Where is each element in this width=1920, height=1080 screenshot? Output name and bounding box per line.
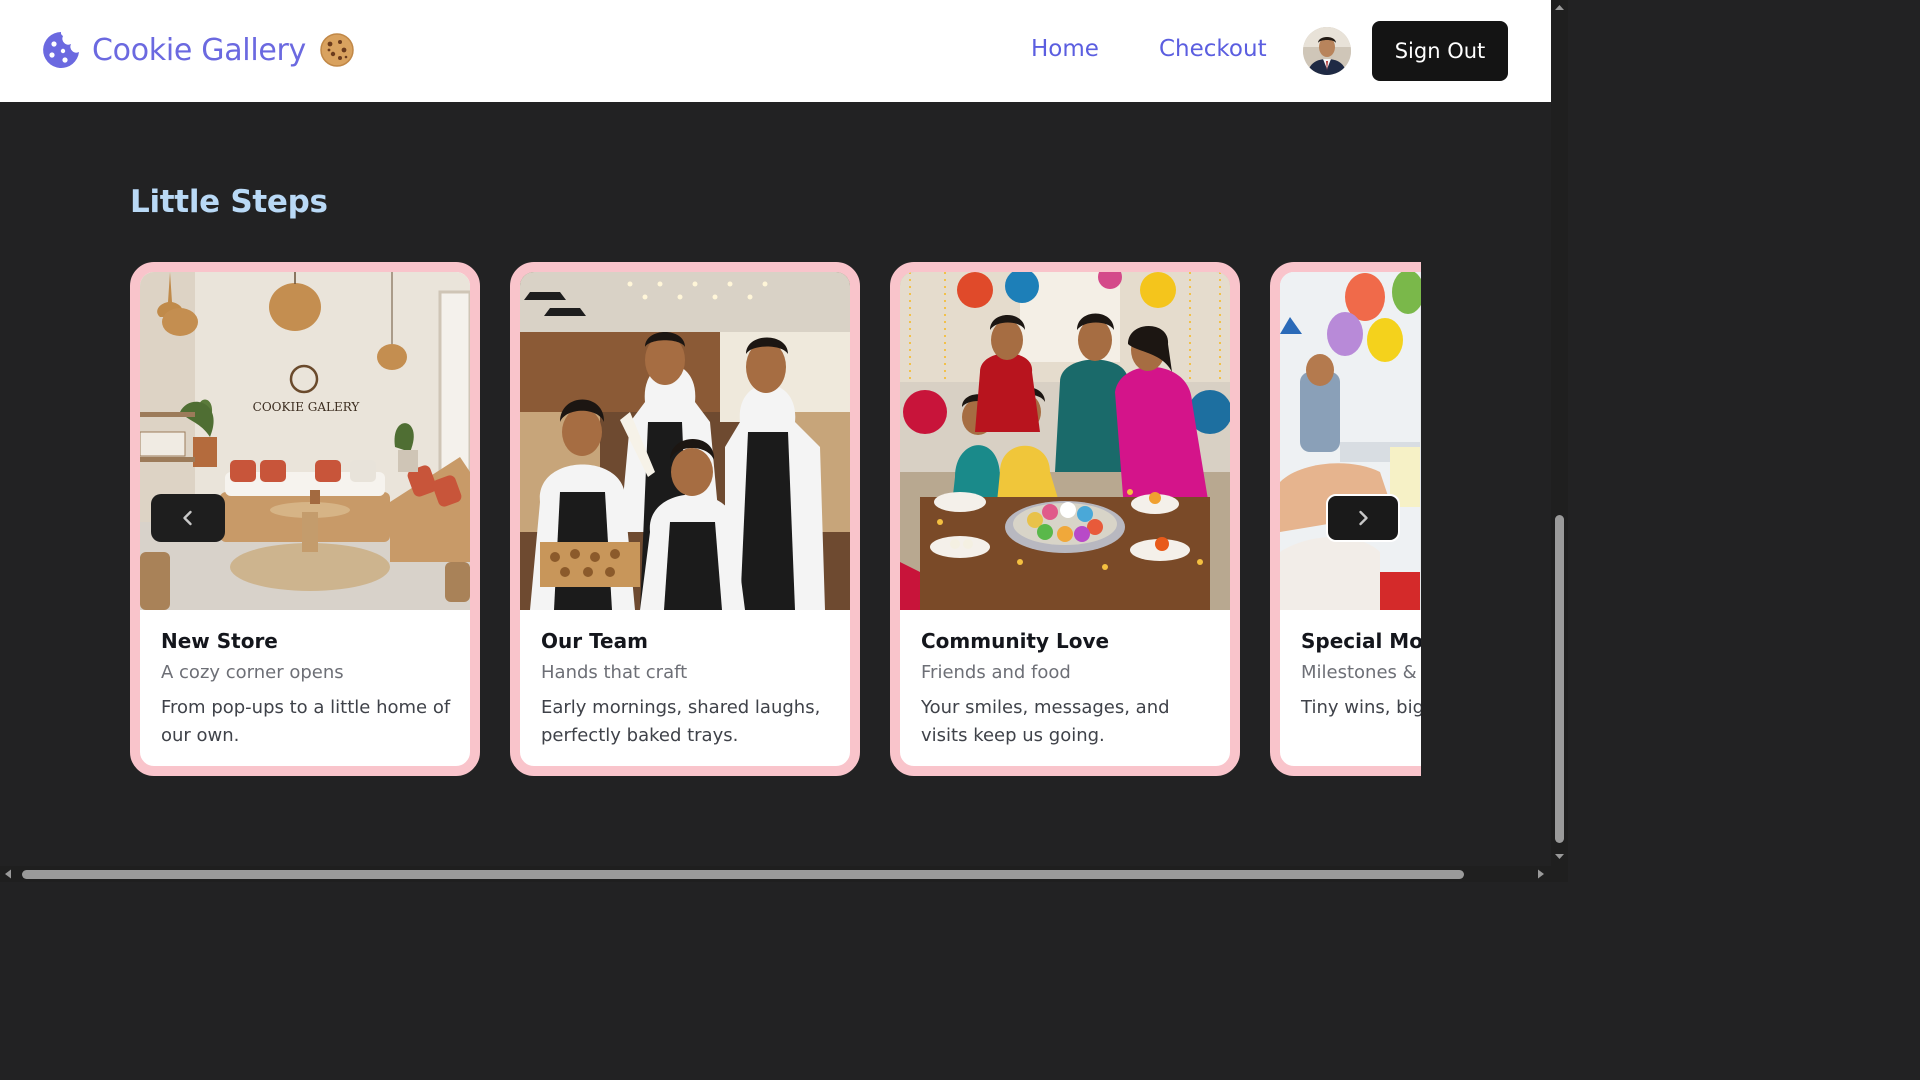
card-title: New Store [161, 629, 278, 653]
card-title: Community Love [921, 629, 1110, 653]
card-image-community [900, 272, 1230, 610]
carousel-next-button[interactable] [1326, 494, 1400, 542]
cookie-icon [320, 33, 354, 67]
card-our-team[interactable]: Our Team Hands that craft Early mornings… [510, 262, 860, 776]
card-description: Your smiles, messages, and visits keep u… [921, 697, 1170, 746]
card-description: From pop-ups to a little home of our own… [161, 697, 451, 746]
card-description: Tiny wins, big to many more [1301, 697, 1421, 718]
brand-logo[interactable]: Cookie Gallery [41, 30, 354, 70]
card-image-team [520, 272, 850, 610]
scroll-up-icon[interactable] [1551, 0, 1568, 14]
user-avatar-icon [1303, 27, 1351, 75]
scroll-right-icon[interactable] [1533, 866, 1549, 882]
carousel-prev-button[interactable] [151, 494, 225, 542]
nav-link-checkout[interactable]: Checkout [1159, 36, 1267, 62]
avatar[interactable] [1303, 27, 1351, 75]
card-title: Our Team [541, 629, 648, 653]
scroll-left-icon[interactable] [0, 866, 16, 882]
horizontal-scrollbar[interactable] [0, 866, 1551, 882]
card-image-celebration [1280, 272, 1421, 610]
vertical-scrollbar-thumb[interactable] [1555, 515, 1564, 843]
card-subtitle: Hands that craft [541, 662, 688, 683]
store-sign-text: COOKIE GALERY [253, 400, 361, 414]
scrollbar-corner [1551, 866, 1568, 882]
card-subtitle: A cozy corner opens [161, 662, 344, 683]
card-title: Special Mom [1301, 629, 1421, 653]
nav-link-home[interactable]: Home [1031, 36, 1099, 62]
navbar: Cookie Gallery Home Checkout Sign Out [0, 0, 1551, 102]
card-community-love[interactable]: Community Love Friends and food Your smi… [890, 262, 1240, 776]
card-image-store: COOKIE GALERY [140, 272, 470, 610]
card-subtitle: Friends and food [921, 662, 1071, 683]
section-title: Little Steps [130, 184, 328, 220]
horizontal-scrollbar-thumb[interactable] [22, 870, 1464, 879]
carousel: COOKIE GALERY New Store A cozy corner op… [130, 262, 1421, 776]
chevron-right-icon [1359, 510, 1368, 526]
sign-out-button[interactable]: Sign Out [1372, 21, 1508, 81]
scroll-down-icon[interactable] [1551, 850, 1568, 864]
brand-name: Cookie Gallery [92, 32, 307, 68]
card-subtitle: Milestones & [1301, 662, 1417, 683]
cookie-bite-icon [43, 32, 79, 68]
card-description: Early mornings, shared laughs, perfectly… [541, 697, 821, 746]
vertical-scrollbar[interactable] [1551, 0, 1568, 882]
chevron-left-icon [183, 510, 192, 526]
